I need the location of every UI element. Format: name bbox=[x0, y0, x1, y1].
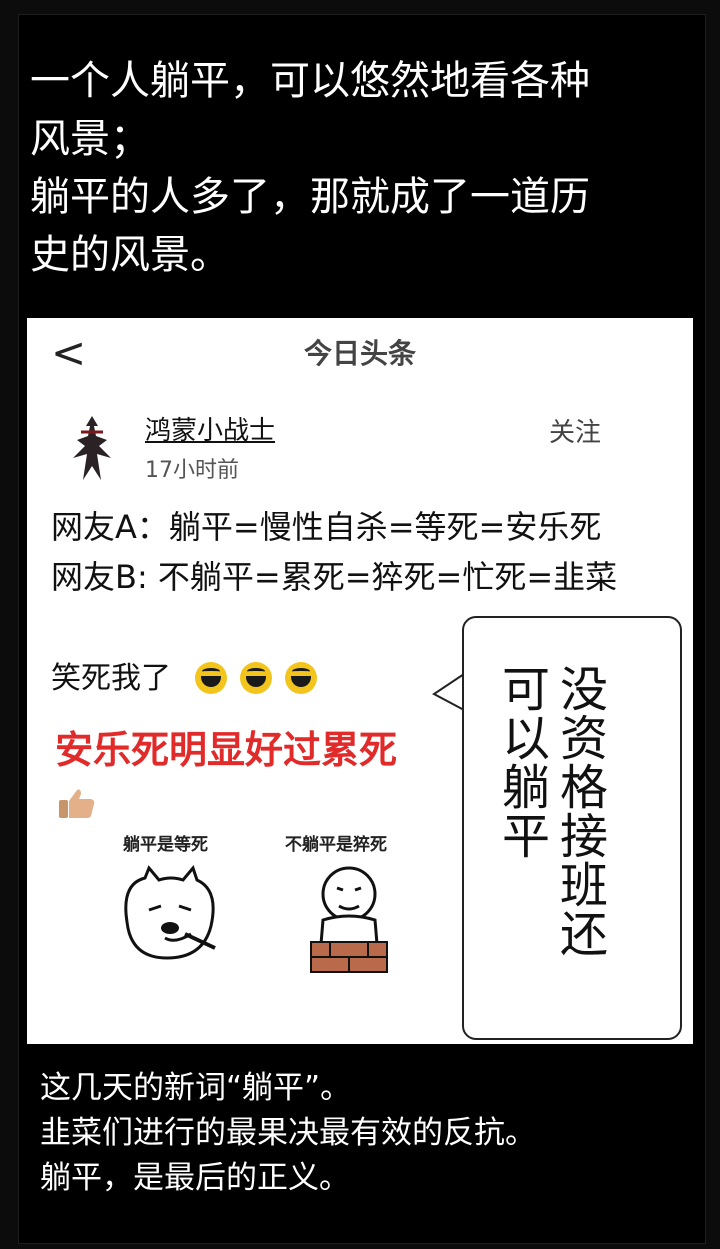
emoji-row bbox=[195, 662, 325, 694]
speech-bubble-text: 没资格接班还可以躺平 bbox=[493, 664, 607, 958]
meme-right-label: 不躺平是猝死 bbox=[285, 835, 387, 855]
follow-button[interactable]: 关注 bbox=[549, 416, 601, 450]
laughing-emoji-icon bbox=[195, 662, 227, 694]
username-link[interactable]: 鸿蒙小战士 bbox=[145, 414, 275, 448]
laughing-emoji-icon bbox=[285, 662, 318, 694]
top-caption-line: 躺平的人多了，那就成了一道历 bbox=[30, 174, 590, 220]
bottom-caption-line: 这几天的新词“躺平”。 bbox=[40, 1070, 352, 1106]
top-caption-line: 一个人躺平，可以悠然地看各种 bbox=[30, 58, 590, 104]
bottom-caption-line: 躺平，是最后的正义。 bbox=[40, 1160, 350, 1196]
post-timestamp: 17小时前 bbox=[145, 458, 239, 483]
bald-man-meme-image bbox=[310, 866, 388, 973]
smoking-cat-meme-image bbox=[124, 864, 216, 960]
avatar-warrior-icon[interactable] bbox=[63, 410, 121, 484]
laughing-emoji-icon bbox=[240, 662, 273, 694]
laugh-text: 笑死我了 bbox=[51, 661, 171, 696]
bottom-caption: 这几天的新词“躺平”。 韭菜们进行的最果决最有效的反抗。 躺平，是最后的正义。 bbox=[40, 1066, 536, 1201]
highlight-text: 安乐死明显好过累死 bbox=[55, 728, 398, 772]
post-line-a: 网友A：躺平=慢性自杀=等死=安乐死 bbox=[51, 508, 602, 546]
thumbs-up-icon bbox=[59, 789, 95, 818]
top-caption-line: 史的风景。 bbox=[30, 232, 230, 278]
app-title: 今日头条 bbox=[303, 337, 416, 370]
meme-left-label: 躺平是等死 bbox=[123, 835, 208, 855]
top-caption-line: 风景； bbox=[30, 116, 150, 162]
bottom-caption-line: 韭菜们进行的最果决最有效的反抗。 bbox=[40, 1115, 536, 1151]
top-caption: 一个人躺平，可以悠然地看各种 风景； 躺平的人多了，那就成了一道历 史的风景。 bbox=[30, 52, 700, 284]
post-line-b: 网友B: 不躺平=累死=猝死=忙死=韭菜 bbox=[51, 558, 618, 596]
